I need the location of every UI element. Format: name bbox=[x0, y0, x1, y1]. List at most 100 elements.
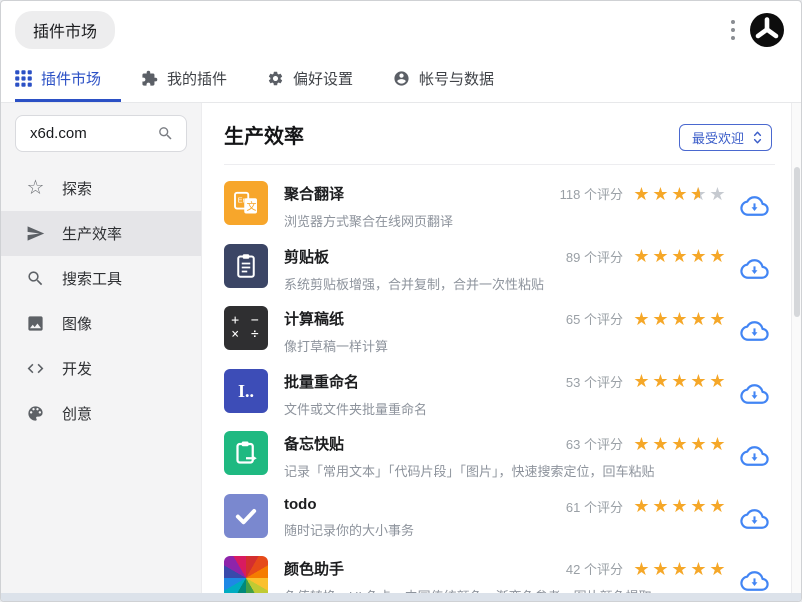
star-icon: ★ bbox=[709, 308, 726, 329]
star-rating: ★ ★ ★ ★ ★ bbox=[632, 247, 727, 265]
star-icon: ★ bbox=[671, 183, 688, 204]
plugin-name: 计算稿纸 bbox=[284, 311, 345, 328]
scrollbar-track[interactable] bbox=[791, 103, 801, 601]
sidebar-item-label: 生产效率 bbox=[62, 226, 123, 243]
utools-logo-icon[interactable] bbox=[749, 12, 785, 48]
star-icon: ★ bbox=[671, 558, 688, 579]
tab-bar: 插件市场 我的插件 偏好设置 帐号与数据 bbox=[1, 58, 801, 103]
calculator-icon: + − × ÷ bbox=[224, 306, 268, 350]
plugin-row[interactable]: 备忘快贴 记录「常用文本」「代码片段」「图片」，快速搜索定位，回车粘贴 63 个… bbox=[224, 431, 801, 479]
star-icon: ★ bbox=[652, 371, 669, 391]
tab-2[interactable]: 我的插件 bbox=[121, 58, 247, 102]
plugin-description: 浏览器方式聚合在线网页翻译 bbox=[284, 214, 454, 229]
star-icon: ★ bbox=[633, 308, 650, 329]
star-icon: ★ bbox=[633, 183, 650, 204]
plugin-list: En文 聚合翻译 浏览器方式聚合在线网页翻译 118 个评分 ★★★★★★ 剪贴… bbox=[202, 165, 801, 601]
sidebar-item-2[interactable]: 生产效率 bbox=[1, 211, 201, 256]
plugin-row[interactable]: 剪贴板 系统剪贴板增强，合并复制，合并一次性粘贴 89 个评分 ★ ★ ★ ★ ★ bbox=[224, 243, 801, 292]
star-rating: ★ ★ ★ ★ ★ bbox=[632, 560, 727, 578]
search-input[interactable] bbox=[28, 124, 157, 143]
star-icon: ★ bbox=[652, 246, 669, 266]
plugin-rating: 65 个评分 ★ ★ ★ ★ ★ bbox=[566, 309, 727, 328]
sidebar-item-label: 创意 bbox=[62, 406, 93, 423]
star-icon: ★ bbox=[709, 496, 726, 516]
sidebar-item-1[interactable]: ☆ 探索 bbox=[1, 166, 201, 211]
cloud-download-icon[interactable] bbox=[740, 257, 769, 281]
star-rating: ★ ★ ★ ★ ★ bbox=[632, 310, 727, 328]
person-icon bbox=[393, 70, 410, 87]
tab-label: 插件市场 bbox=[41, 71, 102, 88]
plugin-name: todo bbox=[284, 495, 317, 513]
kebab-menu-icon[interactable] bbox=[727, 14, 739, 46]
plugin-description: 随时记录你的大小事务 bbox=[284, 522, 415, 538]
plugin-row[interactable]: + − × ÷ 计算稿纸 像打草稿一样计算 65 个评分 ★ ★ ★ ★ ★ bbox=[224, 306, 801, 354]
star-icon: ☆ bbox=[26, 177, 45, 199]
plugin-description: 文件或文件夹批量重命名 bbox=[284, 401, 428, 417]
star-icon: ★ bbox=[633, 558, 650, 579]
plugin-row[interactable]: todo 随时记录你的大小事务 61 个评分 ★ ★ ★ ★ ★ bbox=[224, 493, 801, 538]
star-icon: ★ bbox=[671, 371, 688, 391]
star-icon: ★ bbox=[652, 308, 669, 329]
app-window: 插件市场 插件市场 我的插件 偏好设置 帐号与数据 ☆ 探索 bbox=[0, 0, 802, 602]
rating-count: 89 个评分 bbox=[565, 249, 623, 265]
sort-dropdown-label: 最受欢迎 bbox=[691, 130, 744, 146]
cloud-download-icon[interactable] bbox=[740, 319, 769, 343]
plugin-description: 记录「常用文本」「代码片段」「图片」，快速搜索定位，回车粘贴 bbox=[284, 464, 655, 479]
code-icon bbox=[26, 359, 45, 378]
star-icon: ★ bbox=[652, 558, 669, 579]
plugin-text: 剪贴板 系统剪贴板增强，合并复制，合并一次性粘贴 bbox=[284, 244, 544, 292]
sidebar-item-4[interactable]: 图像 bbox=[1, 301, 201, 346]
sort-dropdown[interactable]: 最受欢迎 bbox=[678, 123, 772, 151]
star-icon: ★ bbox=[690, 496, 707, 516]
cloud-download-icon[interactable] bbox=[740, 444, 769, 468]
sidebar-menu: ☆ 探索 生产效率 搜索工具 图像 开发 创意 bbox=[1, 166, 201, 436]
star-icon: ★ bbox=[652, 183, 669, 204]
sidebar-item-6[interactable]: 创意 bbox=[1, 391, 201, 436]
star-icon: ★ bbox=[690, 433, 707, 454]
star-icon: ★ bbox=[671, 246, 688, 266]
star-icon: ★ bbox=[709, 246, 726, 266]
star-icon: ★ bbox=[709, 371, 726, 391]
plugin-description: 像打草稿一样计算 bbox=[284, 339, 389, 354]
sidebar-search[interactable] bbox=[15, 115, 187, 152]
star-icon: ★ bbox=[671, 496, 688, 516]
plugin-rating: 89 个评分 ★ ★ ★ ★ ★ bbox=[566, 247, 727, 266]
cloud-download-icon[interactable] bbox=[740, 382, 769, 406]
gear-icon bbox=[267, 70, 284, 87]
top-right-controls bbox=[727, 12, 789, 48]
tab-1[interactable]: 插件市场 bbox=[15, 58, 122, 102]
tab-4[interactable]: 帐号与数据 bbox=[373, 58, 514, 102]
translate-icon: En 文 bbox=[224, 181, 268, 225]
clipboard-icon bbox=[224, 243, 268, 288]
star-icon: ★ bbox=[633, 433, 650, 454]
scrollbar-thumb[interactable] bbox=[794, 167, 800, 317]
cloud-download-icon[interactable] bbox=[740, 507, 769, 531]
star-icon: ★ bbox=[671, 433, 688, 454]
puzzle-icon bbox=[141, 70, 158, 87]
star-icon: ★ bbox=[709, 558, 726, 579]
rating-count: 61 个评分 bbox=[565, 499, 623, 515]
plugin-row[interactable]: I.. 批量重命名 文件或文件夹批量重命名 53 个评分 ★ ★ ★ ★ ★ bbox=[224, 368, 801, 417]
palette-icon bbox=[26, 404, 45, 423]
content-body: ☆ 探索 生产效率 搜索工具 图像 开发 创意 生产效率 最受欢迎 bbox=[1, 103, 801, 601]
rating-count: 42 个评分 bbox=[565, 562, 623, 577]
tab-3[interactable]: 偏好设置 bbox=[247, 58, 373, 102]
star-rating: ★ ★ ★ ★ ★ bbox=[632, 435, 727, 453]
send-icon bbox=[26, 224, 45, 243]
plugin-row[interactable]: En文 聚合翻译 浏览器方式聚合在线网页翻译 118 个评分 ★★★★★★ bbox=[224, 181, 801, 229]
plugin-text: 批量重命名 文件或文件夹批量重命名 bbox=[284, 369, 427, 417]
window-bottom-edge bbox=[1, 593, 801, 601]
star-icon: ★ bbox=[633, 246, 650, 266]
todo-icon bbox=[224, 493, 268, 538]
memo-icon bbox=[224, 431, 268, 475]
cloud-download-icon[interactable] bbox=[740, 569, 769, 593]
star-icon: ★ bbox=[690, 371, 707, 391]
cloud-download-icon[interactable] bbox=[740, 194, 769, 218]
star-rating: ★ ★ ★ ★ ★ bbox=[632, 497, 727, 515]
sidebar-item-5[interactable]: 开发 bbox=[1, 346, 201, 391]
star-icon: ★ bbox=[709, 183, 726, 204]
search-icon bbox=[26, 269, 45, 288]
sidebar-item-label: 开发 bbox=[62, 361, 93, 378]
tab-label: 帐号与数据 bbox=[419, 71, 495, 88]
sidebar-item-3[interactable]: 搜索工具 bbox=[1, 256, 201, 301]
